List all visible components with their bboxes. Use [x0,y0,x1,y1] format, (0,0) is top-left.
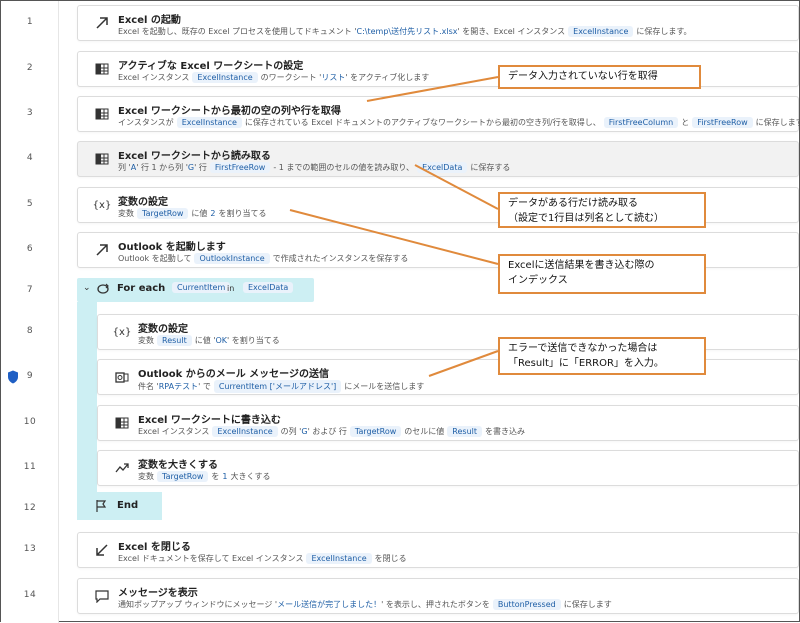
excel-sheet-icon [94,151,110,167]
action-description: Excel インスタンス ExcelInstance の列 ' G ' および 行 Tar… [138,426,525,437]
annotation-callout: Excelに送信結果を書き込む際の インデックス [498,254,706,294]
action-write-to-worksheet[interactable]: Excel ワークシートに書き込む Excel インスタンス ExcelInsta… [97,405,799,441]
action-launch-excel[interactable]: Excel の起動 Excel を起動し、既存の Excel プロセスを使用して… [77,5,799,41]
variable-token[interactable]: ExcelData [417,162,468,173]
action-title: Excel の起動 [118,15,181,26]
end-label: End [117,500,139,511]
variable-token[interactable]: ExcelInstance [176,117,242,128]
trend-up-icon [114,460,130,476]
annotation-callout: エラーで送信できなかった場合は 「Result」に「ERROR」を入力。 [498,337,706,375]
line-number: 6 [26,244,34,254]
action-get-first-free-row[interactable]: Excel ワークシートから最初の空の列や行を取得 インスタンスが ExcelIn… [77,96,800,132]
action-title: Excel ワークシートに書き込む [138,415,281,426]
action-description: Excel ドキュメントを保存して Excel インスタンス ExcelInsta… [118,553,407,564]
action-display-message[interactable]: メッセージを表示 通知ポップアップ ウィンドウにメッセージ ' メール送信が完了し… [77,578,799,614]
outlook-icon [114,369,130,385]
arrow-down-left-icon [94,542,110,558]
annotation-callout: データ入力されていない行を取得 [498,65,701,89]
action-description: インスタンスが ExcelInstance に保存されている Excel ドキュメン… [118,117,800,128]
chevron-down-icon[interactable]: ⌄ [83,283,91,293]
arrow-up-right-icon [94,242,110,258]
excel-sheet-icon [94,106,110,122]
foreach-in: in [227,284,235,293]
variable-token[interactable]: FirstFreeRow [692,117,753,128]
loop-icon [97,283,109,294]
line-number: 7 [26,285,34,295]
variable-token[interactable]: CurrentItem [172,282,231,293]
variable-token[interactable]: TargetRow [157,471,209,482]
action-description: 通知ポップアップ ウィンドウにメッセージ ' メール送信が完了しました！ ' を表示… [118,599,612,610]
message-icon [94,588,110,604]
excel-sheet-icon [94,61,110,77]
action-description: 変数 Result に値 ' OK ' を割り当てる [138,335,280,346]
action-description: Excel インスタンス ExcelInstance のワークシート ' リスト ' を… [118,72,430,83]
variable-token[interactable]: ExcelInstance [568,26,634,37]
action-description: 列 ' A ' 行 1 から列 ' G ' 行 FirstFreeRow - 1 までの範囲… [118,162,511,173]
line-number: 13 [23,544,37,554]
variable-token[interactable]: CurrentItem ['メールアドレス'] [213,380,342,393]
variable-token[interactable]: Result [447,426,482,437]
variable-token[interactable]: FirstFreeColumn [603,117,679,128]
variable-token[interactable]: Result [157,335,192,346]
variable-token[interactable]: TargetRow [349,426,402,437]
annotation-callout: データがある行だけ読み取る （設定で1行目は列名として読む） [498,192,706,228]
shield-icon[interactable] [7,370,19,384]
action-title: Excel ワークシートから最初の空の列や行を取得 [118,106,341,117]
line-number: 4 [26,153,34,163]
line-number: 5 [26,199,34,209]
variable-token[interactable]: ExcelInstance [306,553,372,564]
line-number-gutter: 1 2 3 4 5 6 7 8 9 10 11 12 13 14 [1,1,59,623]
foreach-block[interactable]: ⌄ For each CurrentItem in ExcelData [77,278,314,302]
action-title: 変数の設定 [138,324,188,335]
arrow-up-right-icon [94,15,110,31]
variable-token[interactable]: FirstFreeRow [209,162,271,173]
variable-token[interactable]: OutlookInstance [194,253,270,264]
variable-token[interactable]: ExcelInstance [192,72,258,83]
action-title: Outlook を起動します [118,242,226,253]
action-increase-variable[interactable]: 変数を大きくする 変数 TargetRow を 1 大きくする [97,450,799,486]
line-number: 2 [26,63,34,73]
variable-icon: {x} [112,326,132,338]
action-title: Excel を閉じる [118,542,191,553]
excel-sheet-icon [114,415,130,431]
action-title: アクティブな Excel ワークシートの設定 [118,61,304,72]
foreach-keyword: For each [117,283,166,294]
line-number: 14 [23,590,37,600]
variable-token[interactable]: ButtonPressed [492,599,561,610]
line-number: 11 [23,462,37,472]
line-number: 10 [23,417,37,427]
callout-lines [289,76,499,377]
action-close-excel[interactable]: Excel を閉じる Excel ドキュメントを保存して Excel インスタン… [77,532,799,568]
action-title: 変数の設定 [118,197,168,208]
variable-token[interactable]: ExcelData [243,282,294,293]
action-description: 変数 TargetRow を 1 大きくする [138,471,271,482]
action-description: Excel を起動し、既存の Excel プロセスを使用してドキュメント ' C:… [118,26,692,37]
loop-bar [77,302,97,492]
end-block[interactable]: End [77,492,162,520]
action-title: 変数を大きくする [138,460,218,471]
variable-icon: {x} [92,199,112,211]
line-number: 8 [26,326,34,336]
action-read-from-worksheet[interactable]: Excel ワークシートから読み取る 列 ' A ' 行 1 から列 ' G ' 行 Fi… [77,141,799,177]
action-title: Outlook からのメール メッセージの送信 [138,369,329,380]
flag-icon [96,500,107,512]
variable-token[interactable]: TargetRow [137,208,189,219]
variable-token[interactable]: ExcelInstance [212,426,278,437]
line-number: 12 [23,503,37,513]
line-number: 3 [26,108,34,118]
action-description: 件名 ' RPAテスト ' で CurrentItem ['メールアドレス'] にメール… [138,380,425,393]
action-title: Excel ワークシートから読み取る [118,151,271,162]
action-description: 変数 TargetRow に値 2 を割り当てる [118,208,267,219]
action-title: メッセージを表示 [118,588,198,599]
action-description: Outlook を起動して OutlookInstance で作成されたインスタンス… [118,253,409,264]
line-number: 1 [26,17,34,27]
